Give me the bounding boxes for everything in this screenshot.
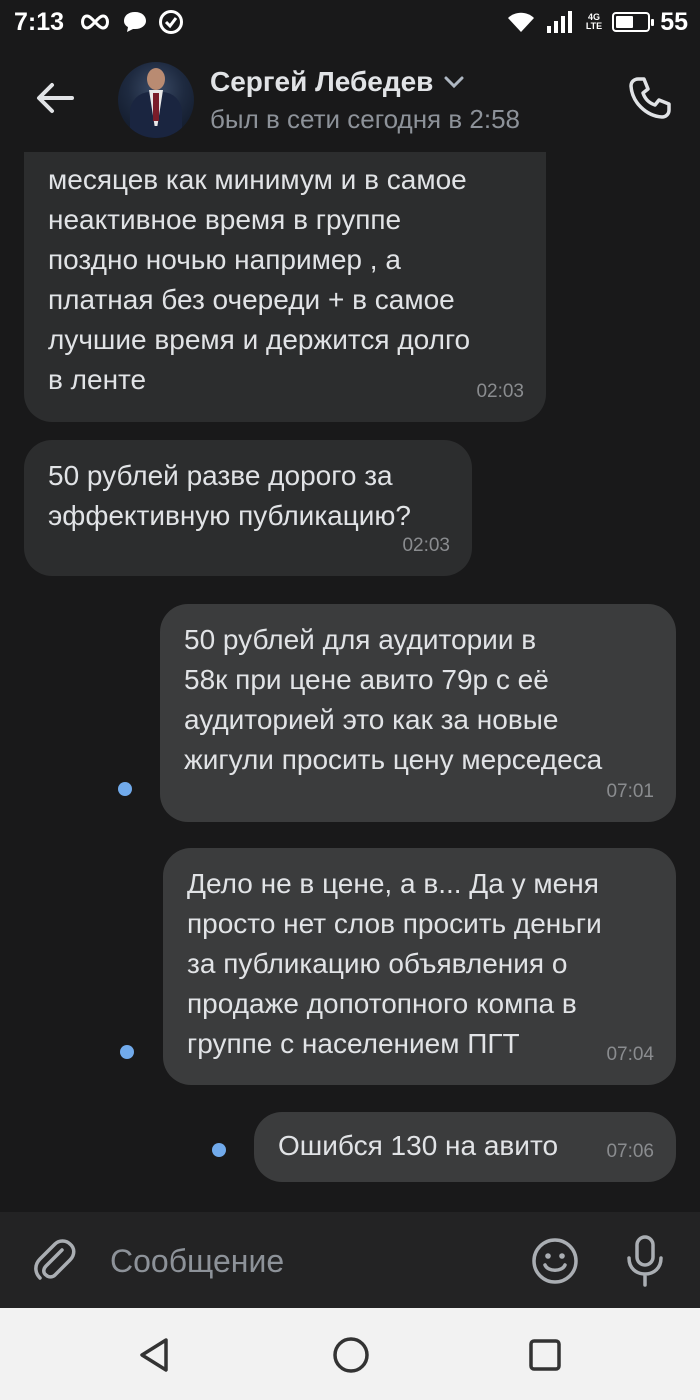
nav-back-triangle-icon[interactable] bbox=[132, 1332, 178, 1378]
message-text: месяцев как минимум и в самое неактивное… bbox=[48, 164, 471, 395]
message-bubble[interactable]: месяцев как минимум и в самое неактивное… bbox=[24, 152, 546, 422]
message-time: 07:06 bbox=[606, 1141, 654, 1162]
message-composer bbox=[0, 1212, 700, 1308]
message-time: 02:03 bbox=[402, 535, 450, 556]
message-text: 50 рублей для аудитории в 58к при цене а… bbox=[184, 624, 603, 775]
chevron-down-icon[interactable] bbox=[443, 75, 465, 89]
message-bubble[interactable]: 50 рублей для аудитории в 58к при цене а… bbox=[160, 604, 676, 822]
message-text: Дело не в цене, а в... Да у меня просто … bbox=[187, 868, 602, 1059]
network-type-label: 4G LTE bbox=[585, 12, 603, 31]
message-bubble[interactable]: Ошибся 130 на авито 07:06 bbox=[254, 1112, 676, 1182]
message-list[interactable]: месяцев как минимум и в самое неактивное… bbox=[0, 152, 700, 1212]
message-input[interactable] bbox=[110, 1236, 510, 1286]
paperclip-icon[interactable] bbox=[30, 1236, 80, 1286]
message-bubble[interactable]: 50 рублей разве дорого за эффективную пу… bbox=[24, 440, 472, 576]
network-type: 4G LTE bbox=[586, 13, 602, 31]
cellular-signal-icon bbox=[546, 11, 572, 33]
chat-header: Сергей Лебедев был в сети сегодня в 2:58 bbox=[0, 44, 700, 152]
avatar-face bbox=[147, 68, 165, 90]
system-indicators: 4G LTE 55 bbox=[506, 0, 688, 44]
status-time: 7:13 bbox=[14, 7, 65, 36]
unread-indicator bbox=[120, 1045, 134, 1059]
message-text: Ошибся 130 на авито bbox=[278, 1130, 559, 1161]
status-bar: 7:13 4G LTE 55 bbox=[0, 0, 700, 44]
phone-icon[interactable] bbox=[626, 74, 674, 122]
wifi-icon bbox=[507, 12, 534, 32]
back-arrow-icon[interactable] bbox=[30, 74, 78, 122]
avatar[interactable] bbox=[118, 62, 194, 138]
contact-last-seen: был в сети сегодня в 2:58 bbox=[210, 104, 520, 134]
battery-level bbox=[616, 16, 633, 28]
nav-recent-square-icon[interactable] bbox=[522, 1332, 568, 1378]
microphone-icon[interactable] bbox=[620, 1234, 670, 1288]
nav-home-circle-icon[interactable] bbox=[328, 1332, 374, 1378]
unread-indicator bbox=[212, 1143, 226, 1157]
check-circle-icon bbox=[159, 10, 184, 34]
system-nav-bar bbox=[0, 1308, 700, 1400]
message-text: 50 рублей разве дорого за эффективную пу… bbox=[48, 460, 412, 531]
message-bubble[interactable]: Дело не в цене, а в... Да у меня просто … bbox=[163, 848, 676, 1085]
message-time: 07:01 bbox=[606, 781, 654, 802]
message-time: 07:04 bbox=[606, 1044, 654, 1065]
infinity-icon bbox=[81, 14, 110, 30]
message-time: 02:03 bbox=[476, 381, 524, 402]
notification-icons bbox=[78, 9, 184, 35]
unread-indicator bbox=[118, 782, 132, 796]
contact-name[interactable]: Сергей Лебедев bbox=[210, 66, 433, 98]
battery-icon bbox=[612, 12, 655, 32]
contact-name-row[interactable]: Сергей Лебедев bbox=[210, 66, 465, 98]
chat-bubble-icon bbox=[124, 12, 147, 32]
avatar-tie bbox=[153, 93, 159, 121]
emoji-smile-icon[interactable] bbox=[530, 1236, 580, 1286]
battery-percent: 55 bbox=[660, 7, 688, 36]
